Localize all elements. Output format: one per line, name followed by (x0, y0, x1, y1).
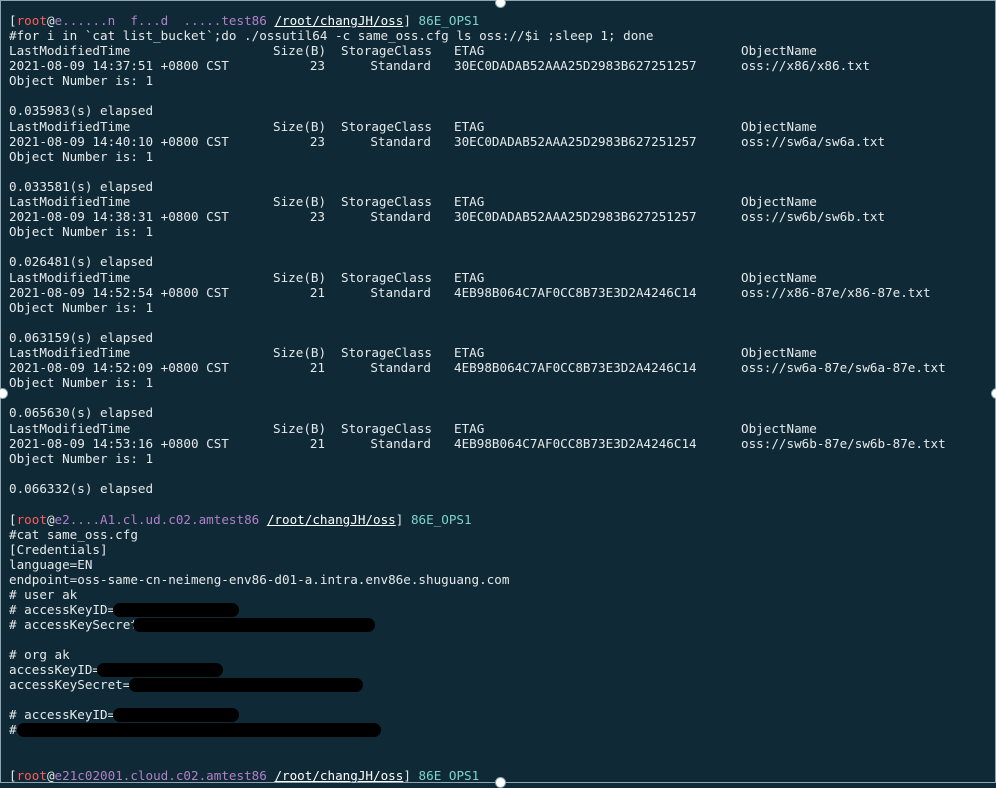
cfg-org-secret: accessKeySecret= (9, 677, 131, 692)
redaction-mark (17, 723, 381, 737)
column-header-time: LastModifiedTime (9, 43, 131, 58)
resize-handle[interactable] (991, 388, 996, 399)
column-header-size: Size(B) (273, 345, 327, 360)
table-cell-time: 2021-08-09 14:38:31 +0800 CST (9, 209, 229, 224)
column-header-etag: ETAG (454, 43, 485, 58)
table-cell-etag: 4EB98B064C7AF0CC8B73E3D2A4246C14 (454, 285, 697, 300)
elapsed-time: 0.063159(s) elapsed (9, 330, 154, 345)
object-count: Object Number is: 1 (9, 149, 154, 164)
column-header-etag: ETAG (454, 421, 485, 436)
table-cell-time: 2021-08-09 14:52:09 +0800 CST (9, 360, 229, 375)
cfg-section: [Credentials] (9, 542, 108, 557)
column-header-size: Size(B) (273, 119, 327, 134)
column-header-time: LastModifiedTime (9, 345, 131, 360)
table-cell-time: 2021-08-09 14:40:10 +0800 CST (9, 134, 229, 149)
table-cell-time: 2021-08-09 14:52:54 +0800 CST (9, 285, 229, 300)
object-count: Object Number is: 1 (9, 300, 154, 315)
column-header-etag: ETAG (454, 270, 485, 285)
table-cell-size: 21 (309, 360, 325, 375)
table-cell-class: Standard (370, 209, 431, 224)
table-cell-class: Standard (370, 58, 431, 73)
column-header-class: StorageClass (341, 345, 432, 360)
column-header-class: StorageClass (341, 43, 432, 58)
column-header-etag: ETAG (454, 119, 485, 134)
cfg-comment: # org ak (9, 647, 70, 662)
column-header-time: LastModifiedTime (9, 421, 131, 436)
elapsed-time: 0.026481(s) elapsed (9, 254, 154, 269)
table-cell-etag: 30EC0DADAB52AAA25D2983B627251257 (454, 209, 697, 224)
column-header-time: LastModifiedTime (9, 270, 131, 285)
cfg-other-key-id: # accessKeyID= (9, 707, 116, 722)
column-header-name: ObjectName (741, 194, 817, 209)
command-line: #cat same_oss.cfg (9, 527, 138, 542)
table-cell-class: Standard (370, 134, 431, 149)
table-cell-time: 2021-08-09 14:37:51 +0800 CST (9, 58, 229, 73)
column-header-size: Size(B) (273, 43, 327, 58)
cfg-endpoint: endpoint=oss-same-cn-neimeng-env86-d01-a… (9, 572, 510, 587)
object-count: Object Number is: 1 (9, 73, 154, 88)
table-cell-etag: 4EB98B064C7AF0CC8B73E3D2A4246C14 (454, 436, 697, 451)
table-cell-size: 21 (309, 285, 325, 300)
column-header-class: StorageClass (341, 119, 432, 134)
elapsed-time: 0.066332(s) elapsed (9, 481, 154, 496)
table-cell-class: Standard (370, 436, 431, 451)
table-cell-etag: 30EC0DADAB52AAA25D2983B627251257 (454, 58, 697, 73)
table-cell-time: 2021-08-09 14:53:16 +0800 CST (9, 436, 229, 451)
column-header-etag: ETAG (454, 194, 485, 209)
redaction-mark (129, 678, 363, 692)
redaction-mark (113, 603, 239, 617)
table-cell-size: 23 (309, 58, 325, 73)
redaction-mark (113, 708, 239, 722)
column-header-class: StorageClass (341, 421, 432, 436)
resize-handle[interactable] (0, 388, 8, 399)
column-header-name: ObjectName (741, 43, 817, 58)
cfg-org-key-id: accessKeyID= (9, 662, 100, 677)
elapsed-time: 0.033581(s) elapsed (9, 179, 154, 194)
table-cell-size: 23 (309, 134, 325, 149)
elapsed-time: 0.065630(s) elapsed (9, 405, 154, 420)
object-count: Object Number is: 1 (9, 451, 154, 466)
column-header-name: ObjectName (741, 421, 817, 436)
table-cell-name: oss://sw6b/sw6b.txt (741, 209, 886, 224)
elapsed-time: 0.035983(s) elapsed (9, 103, 154, 118)
table-cell-size: 23 (309, 209, 325, 224)
object-count: Object Number is: 1 (9, 224, 154, 239)
table-cell-name: oss://x86/x86.txt (741, 58, 870, 73)
column-header-name: ObjectName (741, 119, 817, 134)
column-header-time: LastModifiedTime (9, 119, 131, 134)
cfg-other-secret: # (9, 722, 17, 737)
redaction-mark (133, 618, 375, 632)
column-header-size: Size(B) (273, 194, 327, 209)
table-cell-size: 21 (309, 436, 325, 451)
redaction-mark (97, 663, 223, 677)
table-cell-etag: 30EC0DADAB52AAA25D2983B627251257 (454, 134, 697, 149)
command-line: #for i in `cat list_bucket`;do ./ossutil… (9, 28, 654, 43)
shell-prompt: [root@e2....A1.cl.ud.c02.amtest86 /root/… (9, 512, 472, 527)
shell-prompt: [root@e......n f...d .....test86 /root/c… (9, 13, 480, 28)
column-header-size: Size(B) (273, 270, 327, 285)
resize-handle[interactable] (495, 0, 506, 8)
terminal-window[interactable]: [root@e......n f...d .....test86 /root/c… (0, 0, 996, 788)
table-cell-name: oss://sw6a-87e/sw6a-87e.txt (741, 360, 946, 375)
table-cell-class: Standard (370, 360, 431, 375)
column-header-time: LastModifiedTime (9, 194, 131, 209)
cfg-language: language=EN (9, 557, 93, 572)
table-cell-name: oss://sw6b-87e/sw6b-87e.txt (741, 436, 946, 451)
object-count: Object Number is: 1 (9, 375, 154, 390)
column-header-class: StorageClass (341, 270, 432, 285)
cfg-user-key-id: # accessKeyID= (9, 602, 116, 617)
shell-prompt: [root@e21c02001.cloud.c02.amtest86 /root… (9, 768, 480, 783)
table-cell-name: oss://sw6a/sw6a.txt (741, 134, 886, 149)
cfg-user-secret: # accessKeySecret (9, 617, 138, 632)
table-cell-class: Standard (370, 285, 431, 300)
table-cell-etag: 4EB98B064C7AF0CC8B73E3D2A4246C14 (454, 360, 697, 375)
column-header-class: StorageClass (341, 194, 432, 209)
column-header-name: ObjectName (741, 270, 817, 285)
column-header-etag: ETAG (454, 345, 485, 360)
column-header-size: Size(B) (273, 421, 327, 436)
cfg-comment: # user ak (9, 587, 78, 602)
column-header-name: ObjectName (741, 345, 817, 360)
table-cell-name: oss://x86-87e/x86-87e.txt (741, 285, 931, 300)
